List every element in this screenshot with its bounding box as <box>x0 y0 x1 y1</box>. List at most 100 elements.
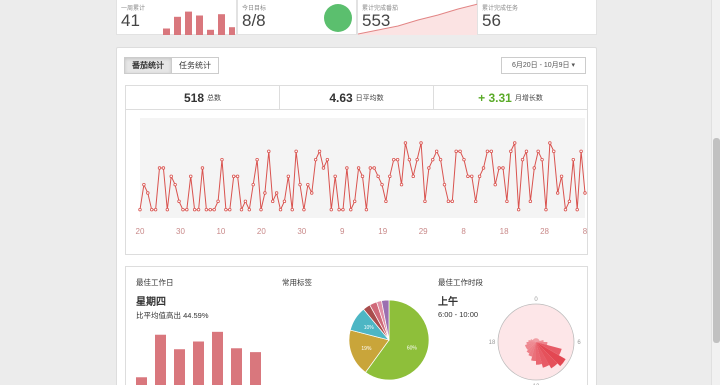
stat-daily-avg-value: 4.63 <box>329 90 353 105</box>
card-total-pomodoro: 累计完成番茄 553 <box>357 0 478 35</box>
data-point <box>161 166 166 170</box>
x-tick-label: 29 <box>419 227 428 236</box>
stat-monthly-growth-label: 月增长数 <box>514 94 543 102</box>
minibar <box>185 11 192 35</box>
pie-slice-label: 19% <box>361 346 372 352</box>
week-minibar-chart <box>163 11 235 35</box>
data-point <box>329 207 333 212</box>
data-point <box>555 191 560 195</box>
data-point <box>263 191 267 195</box>
weekday-bar <box>174 349 185 385</box>
data-point <box>458 149 462 154</box>
data-point <box>142 182 146 187</box>
date-range-picker[interactable]: 6月20日 - 10月9日 ▾ <box>501 57 586 74</box>
tags-title: 常用标签 <box>282 278 312 287</box>
tags-pie-chart: 60% 19% 10% <box>348 299 430 381</box>
x-tick-label: 8 <box>583 227 588 236</box>
statistics-panel: 番茄统计 任务统计 6月20日 - 10月9日 ▾ 518 总数 4.63 日平… <box>116 47 597 385</box>
pie-slice-label: 60% <box>407 345 418 351</box>
x-tick-label: 19 <box>378 227 387 236</box>
data-point <box>298 182 302 187</box>
data-point <box>513 141 517 145</box>
data-point <box>395 157 400 162</box>
goal-donut <box>324 4 352 32</box>
data-point <box>192 207 197 212</box>
data-point <box>267 149 271 154</box>
data-point <box>181 207 185 212</box>
best-day-note: 比平均值高出 44.59% <box>136 311 209 320</box>
data-point <box>434 149 439 154</box>
data-point <box>368 166 373 170</box>
data-point <box>548 141 552 145</box>
data-point <box>317 149 322 154</box>
data-point <box>505 199 509 204</box>
data-point <box>345 166 349 170</box>
data-point <box>380 182 384 187</box>
weekday-bar <box>193 341 204 385</box>
clock-hour-label: 18 <box>489 340 496 346</box>
data-point <box>524 149 529 154</box>
daily-line-chart-area: 20 30 10 20 30 9 19 29 8 18 28 8 <box>125 110 588 255</box>
page-scrollbar[interactable] <box>711 0 720 385</box>
data-point <box>255 157 259 162</box>
data-point <box>536 149 540 154</box>
card-total-tasks: 累计完成任务 56 <box>477 0 597 35</box>
stat-monthly-growth-value: + 3.31 <box>478 90 512 105</box>
data-point <box>481 166 486 170</box>
stat-daily-avg: 4.63 日平均数 <box>280 86 434 109</box>
data-point <box>235 174 240 179</box>
tab-pomodoro-stats[interactable]: 番茄统计 <box>124 57 172 74</box>
minibar <box>174 16 181 35</box>
data-point <box>337 207 341 212</box>
tab-task-stats[interactable]: 任务统计 <box>172 57 219 74</box>
best-time-range: 6:00 - 10:00 <box>438 310 479 319</box>
data-point <box>427 166 431 170</box>
stat-daily-avg-label: 日平均数 <box>355 94 384 102</box>
data-point <box>173 182 177 187</box>
data-point <box>208 207 212 212</box>
data-point <box>571 157 575 162</box>
minibar <box>207 29 214 35</box>
data-point <box>282 199 287 204</box>
stat-monthly-growth: + 3.31 月增长数 <box>434 86 587 109</box>
data-point <box>216 199 220 204</box>
x-tick-label: 9 <box>340 227 345 236</box>
data-point <box>388 174 392 179</box>
data-point <box>583 191 587 195</box>
weekday-bar-chart: 日一二三四五六 <box>136 331 261 385</box>
data-point <box>376 174 380 179</box>
x-tick-label: 28 <box>540 227 549 236</box>
hourly-clock-chart: 061218 <box>489 297 582 385</box>
data-point <box>563 207 568 212</box>
x-tick-label: 18 <box>500 227 509 236</box>
data-point <box>290 207 294 212</box>
data-point <box>313 157 318 162</box>
data-point <box>302 207 306 212</box>
data-point <box>341 207 345 212</box>
minibar <box>196 15 203 35</box>
data-point <box>528 199 533 204</box>
data-point <box>384 199 388 204</box>
pomodoro-area-sparkline <box>358 3 478 35</box>
stat-total-label: 总数 <box>207 94 222 102</box>
scrollbar-thumb[interactable] <box>713 138 720 343</box>
data-point <box>185 207 189 212</box>
data-point <box>294 149 298 154</box>
data-point <box>403 141 408 145</box>
data-point <box>438 157 443 162</box>
data-point <box>509 149 513 154</box>
data-point <box>278 207 283 212</box>
data-point <box>474 199 478 204</box>
best-day-title: 最佳工作日 <box>136 278 174 287</box>
data-point <box>579 149 583 154</box>
data-point <box>349 207 353 212</box>
data-point <box>196 207 201 212</box>
data-point <box>392 157 396 162</box>
data-point <box>462 157 466 162</box>
data-point <box>559 174 564 179</box>
data-point <box>364 207 369 212</box>
data-point <box>204 207 209 212</box>
data-point <box>325 157 330 162</box>
data-point <box>251 182 255 187</box>
data-point <box>138 207 142 212</box>
